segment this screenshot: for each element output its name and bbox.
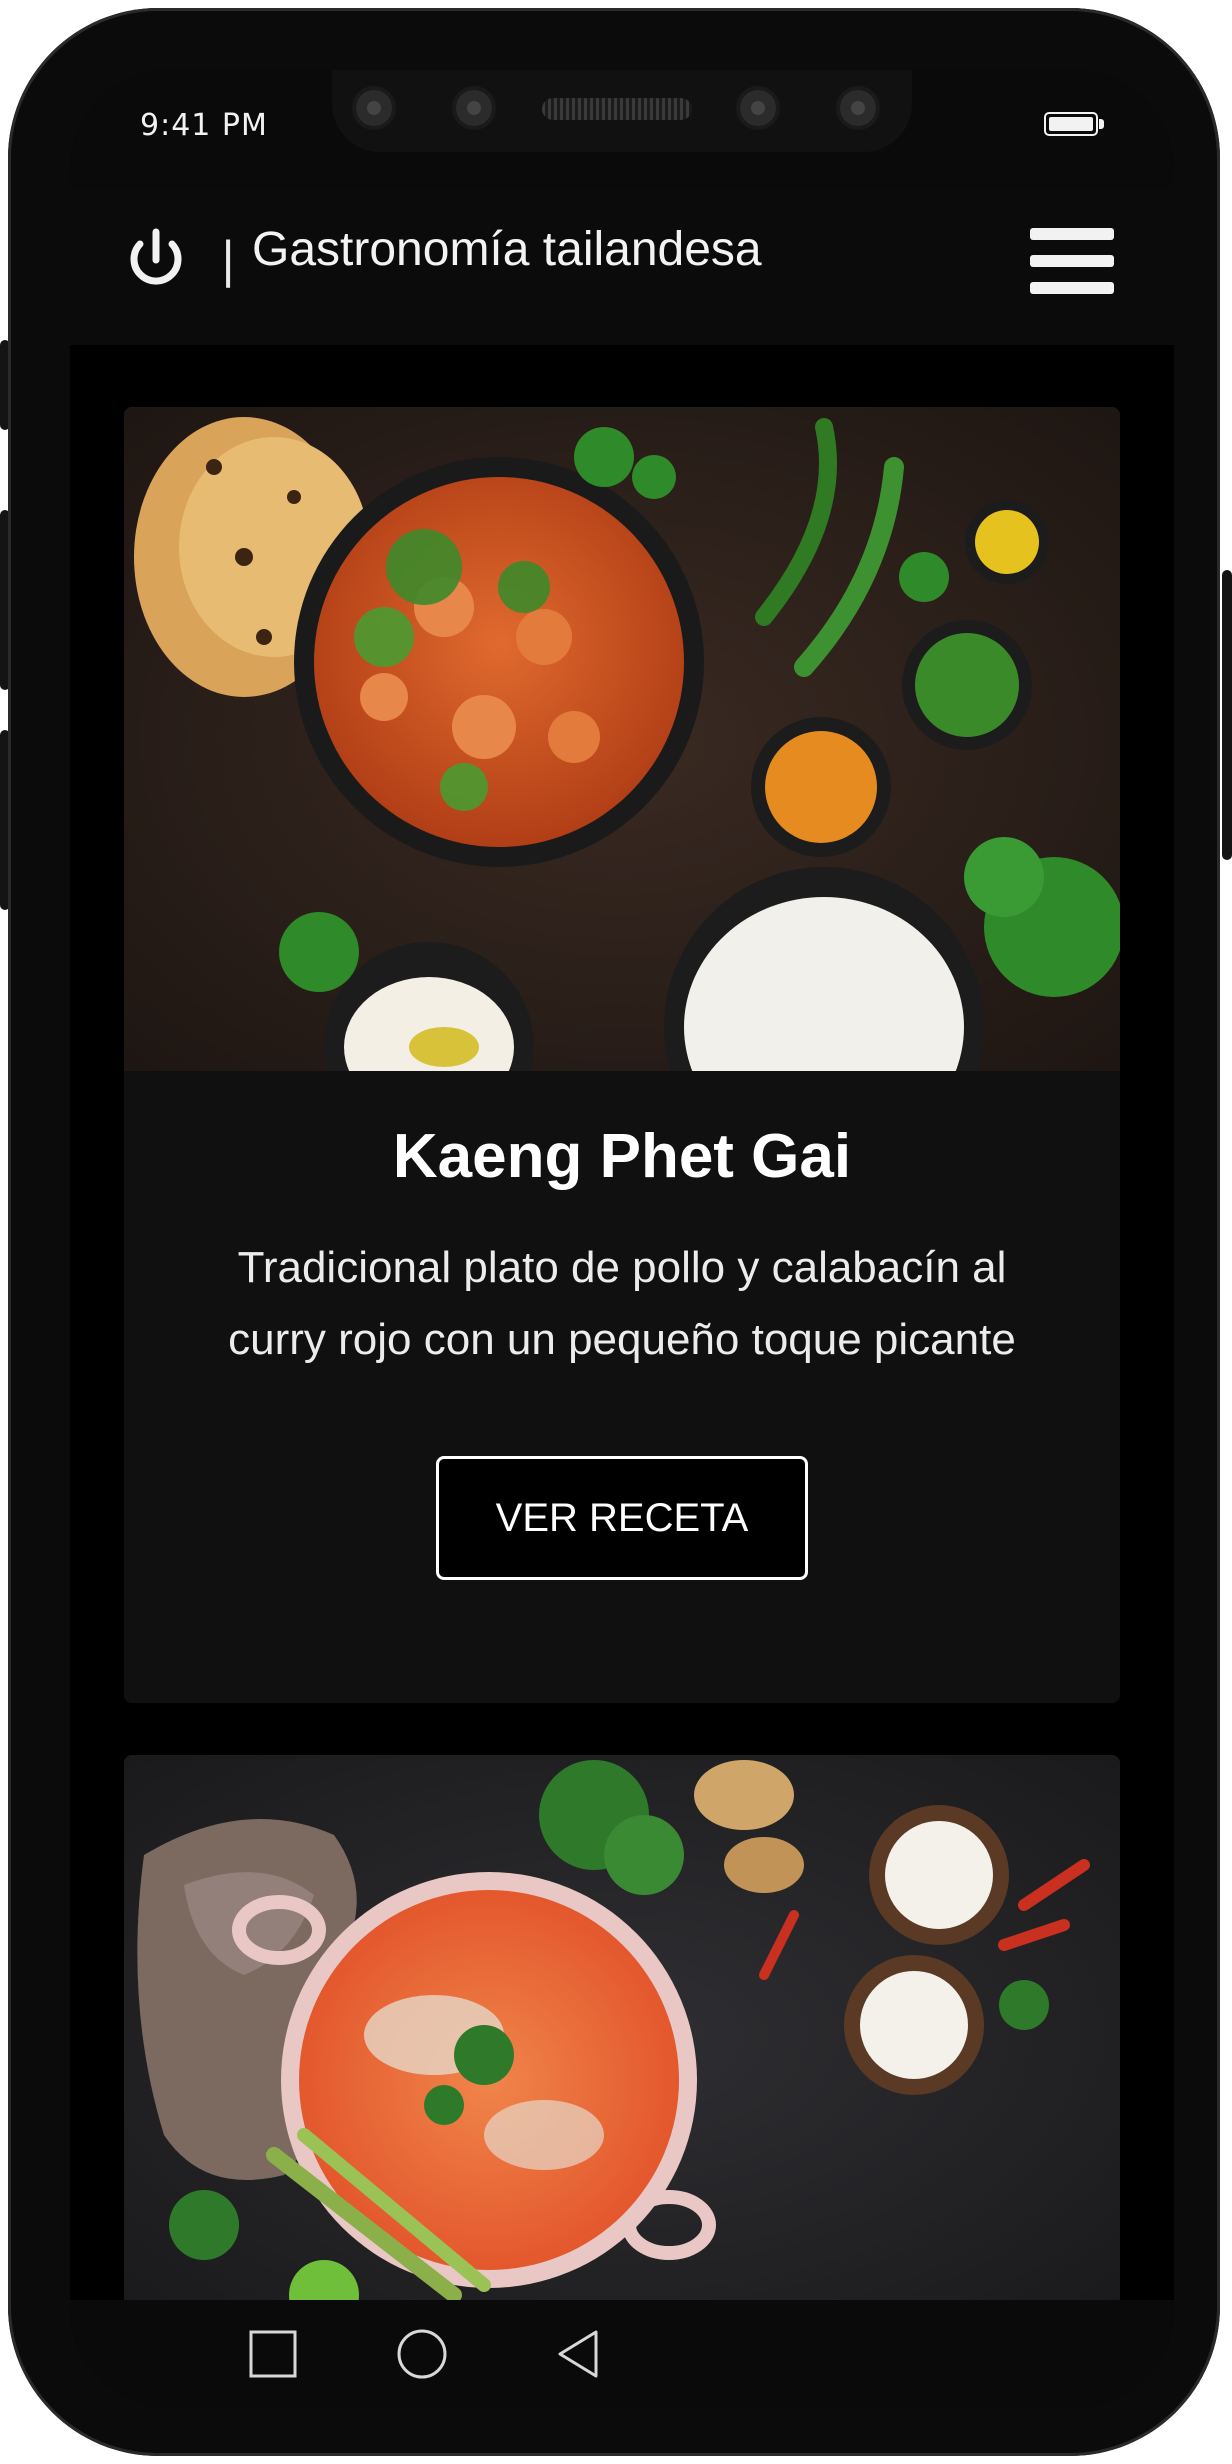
recipe-card: Kaeng Phet Gai Tradicional plato de poll… <box>124 407 1120 1703</box>
battery-icon <box>1044 112 1104 138</box>
hamburger-menu-icon[interactable] <box>1030 228 1114 294</box>
phone-screen: 9:41 PM | Gastronomía tailandesa Kaeng P… <box>70 70 1174 2408</box>
power-button[interactable] <box>1222 570 1232 860</box>
main-content[interactable]: Kaeng Phet Gai Tradicional plato de poll… <box>70 345 1174 2300</box>
sensor-icon <box>740 90 776 126</box>
page-title: Gastronomía tailandesa <box>252 223 762 276</box>
app-header: | Gastronomía tailandesa <box>70 190 1174 345</box>
earpiece-speaker <box>542 98 692 120</box>
header-divider: | <box>220 232 237 288</box>
sensor-icon <box>456 90 492 126</box>
back-icon[interactable] <box>550 2326 606 2382</box>
sensor-icon <box>840 90 876 126</box>
card-title: Kaeng Phet Gai <box>392 1122 852 1191</box>
camera-notch <box>332 70 912 152</box>
view-recipe-button[interactable]: VER RECETA <box>436 1456 808 1580</box>
power-logo-icon[interactable] <box>122 226 190 294</box>
recipe-card <box>124 1755 1120 2300</box>
navigation-bar <box>70 2300 1174 2408</box>
status-time: 9:41 PM <box>140 108 268 143</box>
phone-frame: 9:41 PM | Gastronomía tailandesa Kaeng P… <box>8 8 1220 2456</box>
recent-apps-icon[interactable] <box>245 2326 301 2382</box>
red-curry-photo <box>124 407 1120 1071</box>
front-camera-icon <box>356 90 392 126</box>
card-description: Tradicional plato de pollo y calabacín a… <box>228 1243 1016 1364</box>
home-icon[interactable] <box>394 2326 450 2382</box>
coconut-curry-photo <box>124 1755 1120 2300</box>
